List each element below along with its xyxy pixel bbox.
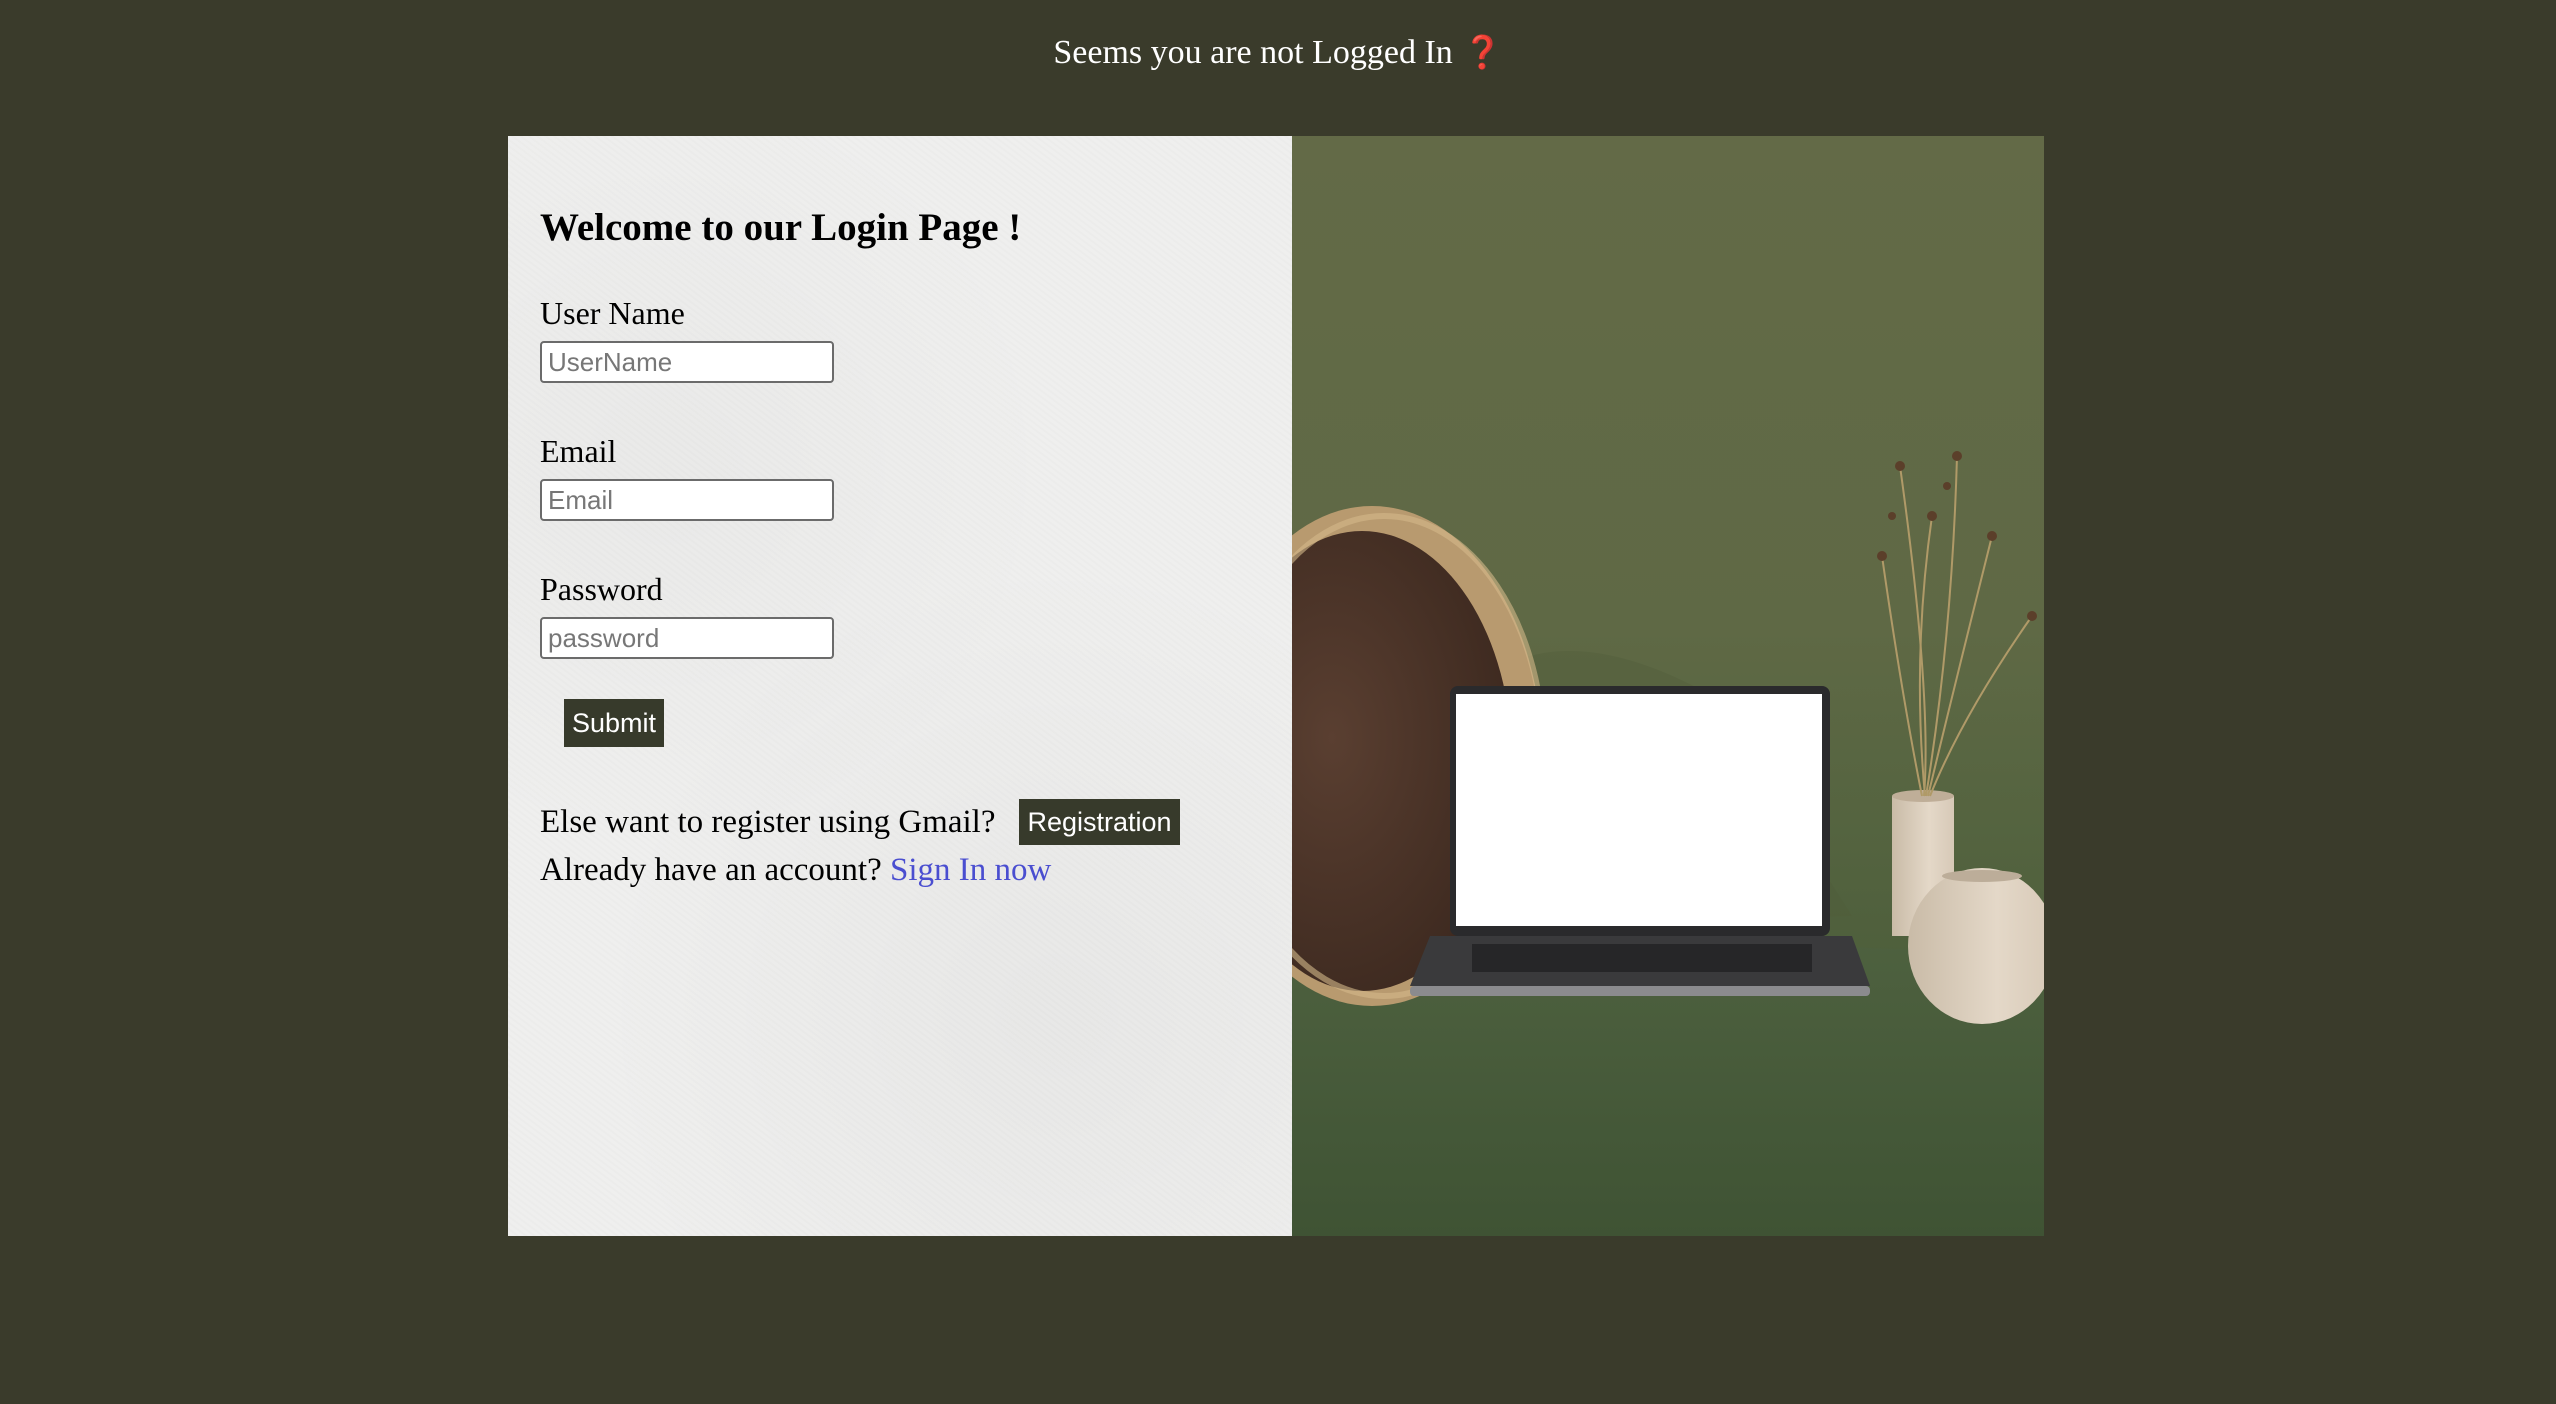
hero-image <box>1292 136 2044 1236</box>
page-title: Welcome to our Login Page ! <box>540 206 1022 249</box>
login-status-text: Seems you are not Logged In <box>1053 34 1453 71</box>
question-mark-icon: ❓ <box>1462 33 1503 71</box>
registration-button[interactable]: Registration <box>1019 799 1180 845</box>
password-label: Password <box>540 571 663 607</box>
username-label: User Name <box>540 295 685 331</box>
submit-button[interactable]: Submit <box>564 699 665 747</box>
email-input[interactable] <box>540 479 834 521</box>
email-label: Email <box>540 433 617 469</box>
login-form-panel: Welcome to our Login Page ! User Name Em… <box>508 136 1292 1236</box>
password-field-group: Password <box>540 569 1260 659</box>
register-prompt: Else want to register using Gmail? <box>540 804 996 840</box>
register-row: Else want to register using Gmail? Regis… <box>540 799 1260 845</box>
login-status-banner: Seems you are not Logged In ❓ <box>0 28 2556 77</box>
sign-in-link[interactable]: Sign In now <box>890 852 1051 888</box>
signin-row: Already have an account? Sign In now <box>540 847 1260 893</box>
laptop-on-desk-image <box>1292 451 2044 1236</box>
email-field-group: Email <box>540 431 1260 521</box>
signin-prompt: Already have an account? <box>540 852 882 888</box>
login-card: Welcome to our Login Page ! User Name Em… <box>508 136 2044 1236</box>
username-field-group: User Name <box>540 293 1260 383</box>
username-input[interactable] <box>540 341 834 383</box>
password-input[interactable] <box>540 617 834 659</box>
